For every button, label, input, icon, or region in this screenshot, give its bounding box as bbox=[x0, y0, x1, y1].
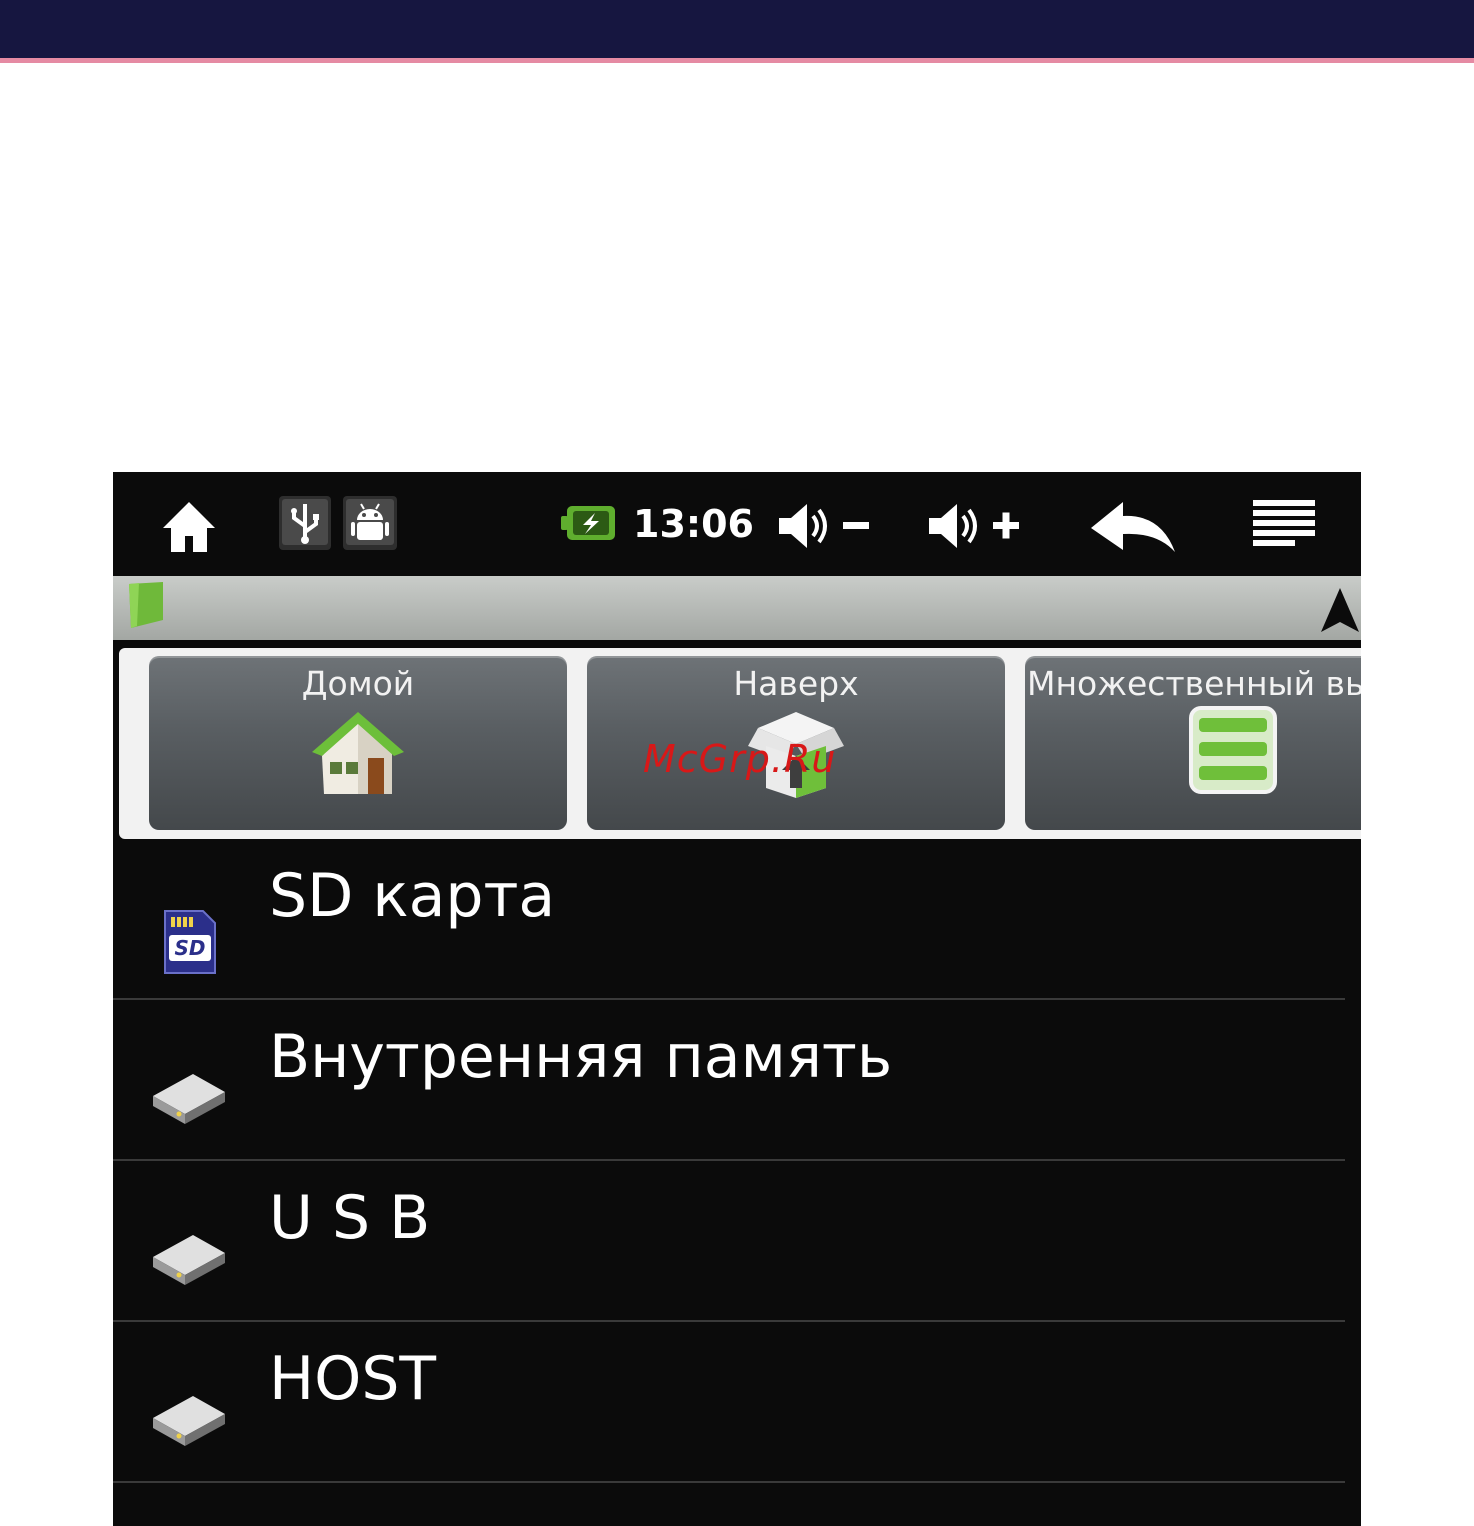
drive-icon bbox=[153, 1396, 225, 1446]
path-bar[interactable] bbox=[113, 576, 1361, 640]
sd-card-icon: SD bbox=[164, 910, 216, 974]
storage-item-internal-memory[interactable]: Внутренняя память bbox=[113, 1000, 1361, 1161]
drive-icon bbox=[153, 1074, 225, 1124]
multiselect-button[interactable]: Множественный вы bbox=[1025, 656, 1361, 830]
multiselect-button-label: Множественный вы bbox=[1027, 664, 1361, 703]
drive-icon bbox=[153, 1235, 225, 1285]
android-debug-icon[interactable] bbox=[343, 496, 397, 550]
row-divider bbox=[113, 1481, 1345, 1483]
storage-item-host[interactable]: HOST bbox=[113, 1322, 1361, 1483]
page-header-accent-line bbox=[0, 58, 1474, 63]
list-select-icon bbox=[1189, 706, 1277, 794]
page-header-bar bbox=[0, 0, 1474, 58]
house-icon bbox=[312, 712, 404, 794]
back-icon[interactable] bbox=[1089, 500, 1177, 554]
battery-charging-icon bbox=[561, 504, 617, 542]
menu-icon[interactable] bbox=[1253, 500, 1315, 548]
storage-item-label: Внутренняя память bbox=[269, 1022, 893, 1092]
usb-icon[interactable] bbox=[279, 496, 331, 550]
device-screen: 13:06 Домой Наверх Множественный вы McGr… bbox=[113, 472, 1361, 1526]
home-button[interactable]: Домой bbox=[149, 656, 567, 830]
status-bar: 13:06 bbox=[113, 472, 1361, 576]
volume-up-icon[interactable] bbox=[927, 500, 1023, 552]
clock-time: 13:06 bbox=[633, 502, 754, 546]
storage-item-label: SD карта bbox=[269, 861, 556, 931]
storage-item-label: HOST bbox=[269, 1344, 437, 1414]
storage-item-usb[interactable]: U S B bbox=[113, 1161, 1361, 1322]
home-button-label: Домой bbox=[301, 664, 415, 703]
svg-text:SD: SD bbox=[174, 936, 205, 960]
scroll-up-arrow-icon[interactable] bbox=[1319, 586, 1361, 634]
watermark-text: McGrp.Ru bbox=[643, 737, 837, 781]
storage-item-label: U S B bbox=[269, 1183, 431, 1253]
folder-green-icon bbox=[129, 582, 163, 628]
up-button-label: Наверх bbox=[733, 664, 859, 703]
storage-item-sd-card[interactable]: SD SD карта bbox=[113, 839, 1361, 1000]
volume-down-icon[interactable] bbox=[777, 500, 873, 552]
home-icon[interactable] bbox=[159, 498, 219, 554]
